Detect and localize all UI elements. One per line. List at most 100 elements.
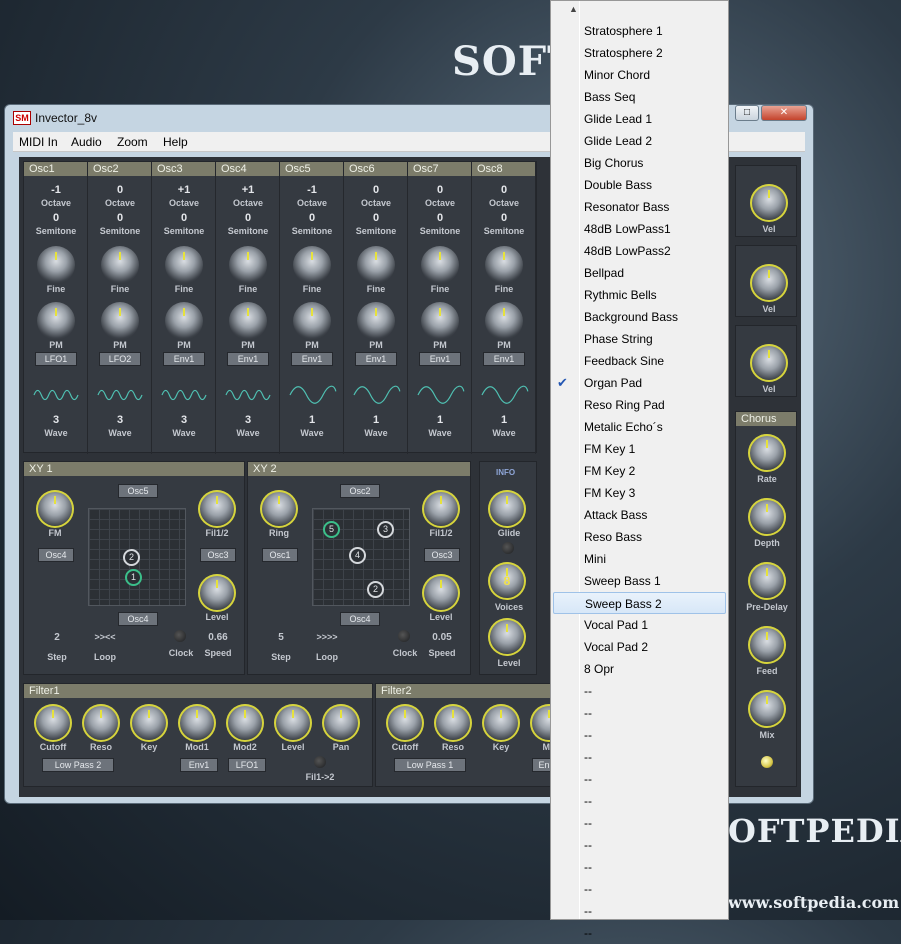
info-level-knob[interactable] (488, 618, 526, 656)
preset-menu-item[interactable]: FM Key 1 (551, 438, 728, 460)
fine-knob[interactable] (229, 246, 267, 284)
preset-menu-item[interactable]: -- (551, 812, 728, 834)
preset-menu-item[interactable]: -- (551, 900, 728, 922)
vel-knob-1[interactable] (750, 184, 788, 222)
octave-value[interactable]: 0 (472, 184, 536, 196)
octave-value[interactable]: 0 (408, 184, 472, 196)
filter1-mod2-button[interactable]: LFO1 (228, 758, 266, 772)
filter1-mod1-button[interactable]: Env1 (180, 758, 218, 772)
xy2-node-2[interactable]: 2 (367, 581, 384, 598)
filter2-type-button[interactable]: Low Pass 1 (394, 758, 466, 772)
xy2-pad[interactable]: 5 3 4 2 (312, 508, 410, 606)
preset-menu-item[interactable]: Reso Bass (551, 526, 728, 548)
wave-value[interactable]: 1 (280, 414, 344, 426)
chorus-knob[interactable] (748, 434, 786, 472)
filter1-knob[interactable] (226, 704, 264, 742)
chorus-knob[interactable] (748, 626, 786, 664)
xy2-top-osc-button[interactable]: Osc2 (340, 484, 380, 498)
semitone-value[interactable]: 0 (88, 212, 152, 224)
octave-value[interactable]: 0 (88, 184, 152, 196)
semitone-value[interactable]: 0 (472, 212, 536, 224)
osc-mod-source-button[interactable]: Env1 (227, 352, 269, 366)
preset-menu-item[interactable]: -- (551, 746, 728, 768)
osc-mod-source-button[interactable]: Env1 (483, 352, 525, 366)
osc-mod-source-button[interactable]: Env1 (419, 352, 461, 366)
wave-value[interactable]: 1 (344, 414, 408, 426)
filter2-knob[interactable] (386, 704, 424, 742)
preset-menu-item[interactable]: Sweep Bass 1 (551, 570, 728, 592)
semitone-value[interactable]: 0 (216, 212, 280, 224)
chorus-knob[interactable] (748, 562, 786, 600)
preset-menu-item[interactable]: Bass Seq (551, 86, 728, 108)
preset-menu-item[interactable]: Metalic Echo´s (551, 416, 728, 438)
xy2-node-5[interactable]: 5 (323, 521, 340, 538)
menu-midi-in[interactable]: MIDI In (19, 135, 58, 149)
fine-knob[interactable] (293, 246, 331, 284)
xy1-right-osc-button[interactable]: Osc3 (200, 548, 236, 562)
preset-menu-item[interactable]: -- (551, 856, 728, 878)
preset-menu-item[interactable]: FM Key 3 (551, 482, 728, 504)
menu-audio[interactable]: Audio (71, 135, 102, 149)
preset-menu-item[interactable]: Stratosphere 2 (551, 42, 728, 64)
preset-menu-item[interactable]: -- (551, 790, 728, 812)
fm-knob[interactable] (36, 490, 74, 528)
maximize-button[interactable]: □ (735, 105, 759, 121)
preset-menu-item[interactable]: 48dB LowPass1 (551, 218, 728, 240)
chorus-knob[interactable] (748, 690, 786, 728)
xy2-right-osc-button[interactable]: Osc3 (424, 548, 460, 562)
pm-knob[interactable] (485, 302, 523, 340)
filter2-knob[interactable] (482, 704, 520, 742)
preset-menu-item[interactable]: -- (551, 878, 728, 900)
preset-menu-item[interactable]: Bellpad (551, 262, 728, 284)
xy1-bottom-osc-button[interactable]: Osc4 (118, 612, 158, 626)
preset-menu-item[interactable]: 8 Opr (551, 658, 728, 680)
preset-menu-item[interactable]: -- (551, 680, 728, 702)
pm-knob[interactable] (293, 302, 331, 340)
fine-knob[interactable] (485, 246, 523, 284)
xy1-node-1[interactable]: 1 (125, 569, 142, 586)
semitone-value[interactable]: 0 (280, 212, 344, 224)
wave-value[interactable]: 3 (216, 414, 280, 426)
fine-knob[interactable] (165, 246, 203, 284)
preset-menu-item[interactable]: Feedback Sine (551, 350, 728, 372)
pm-knob[interactable] (37, 302, 75, 340)
preset-menu-item[interactable]: Attack Bass (551, 504, 728, 526)
octave-value[interactable]: 0 (344, 184, 408, 196)
vel-knob-3[interactable] (750, 344, 788, 382)
wave-value[interactable]: 3 (152, 414, 216, 426)
preset-menu-item[interactable]: Stratosphere 1 (551, 20, 728, 42)
pm-knob[interactable] (165, 302, 203, 340)
preset-menu-item[interactable]: 48dB LowPass2 (551, 240, 728, 262)
fine-knob[interactable] (101, 246, 139, 284)
filter1-knob[interactable] (178, 704, 216, 742)
close-button[interactable]: ✕ (761, 105, 807, 121)
preset-menu-item[interactable]: Minor Chord (551, 64, 728, 86)
wave-value[interactable]: 3 (88, 414, 152, 426)
preset-menu-item[interactable]: Big Chorus (551, 152, 728, 174)
preset-menu-item[interactable]: -- (551, 724, 728, 746)
xy2-node-4[interactable]: 4 (349, 547, 366, 564)
pm-knob[interactable] (357, 302, 395, 340)
preset-menu-item[interactable]: Mini (551, 548, 728, 570)
xy1-clock-led[interactable] (174, 630, 186, 642)
filter-link-led[interactable] (314, 756, 326, 768)
osc-mod-source-button[interactable]: Env1 (355, 352, 397, 366)
filter1-knob[interactable] (82, 704, 120, 742)
preset-menu-item[interactable]: Reso Ring Pad (551, 394, 728, 416)
preset-menu-item[interactable]: -- (551, 702, 728, 724)
xy2-clock-led[interactable] (398, 630, 410, 642)
scroll-up-icon[interactable]: ▲ (569, 4, 578, 14)
preset-menu-item[interactable]: Background Bass (551, 306, 728, 328)
preset-menu-item[interactable]: -- (551, 768, 728, 790)
preset-menu-item[interactable]: Vocal Pad 1 (551, 614, 728, 636)
osc-mod-source-button[interactable]: Env1 (163, 352, 205, 366)
xy2-left-osc-button[interactable]: Osc1 (262, 548, 298, 562)
fine-knob[interactable] (357, 246, 395, 284)
octave-value[interactable]: -1 (24, 184, 88, 196)
preset-menu-item[interactable]: Resonator Bass (551, 196, 728, 218)
xy1-left-osc-button[interactable]: Osc4 (38, 548, 74, 562)
wave-value[interactable]: 1 (408, 414, 472, 426)
xy2-level-knob[interactable] (422, 574, 460, 612)
pm-knob[interactable] (101, 302, 139, 340)
filter1-knob[interactable] (34, 704, 72, 742)
